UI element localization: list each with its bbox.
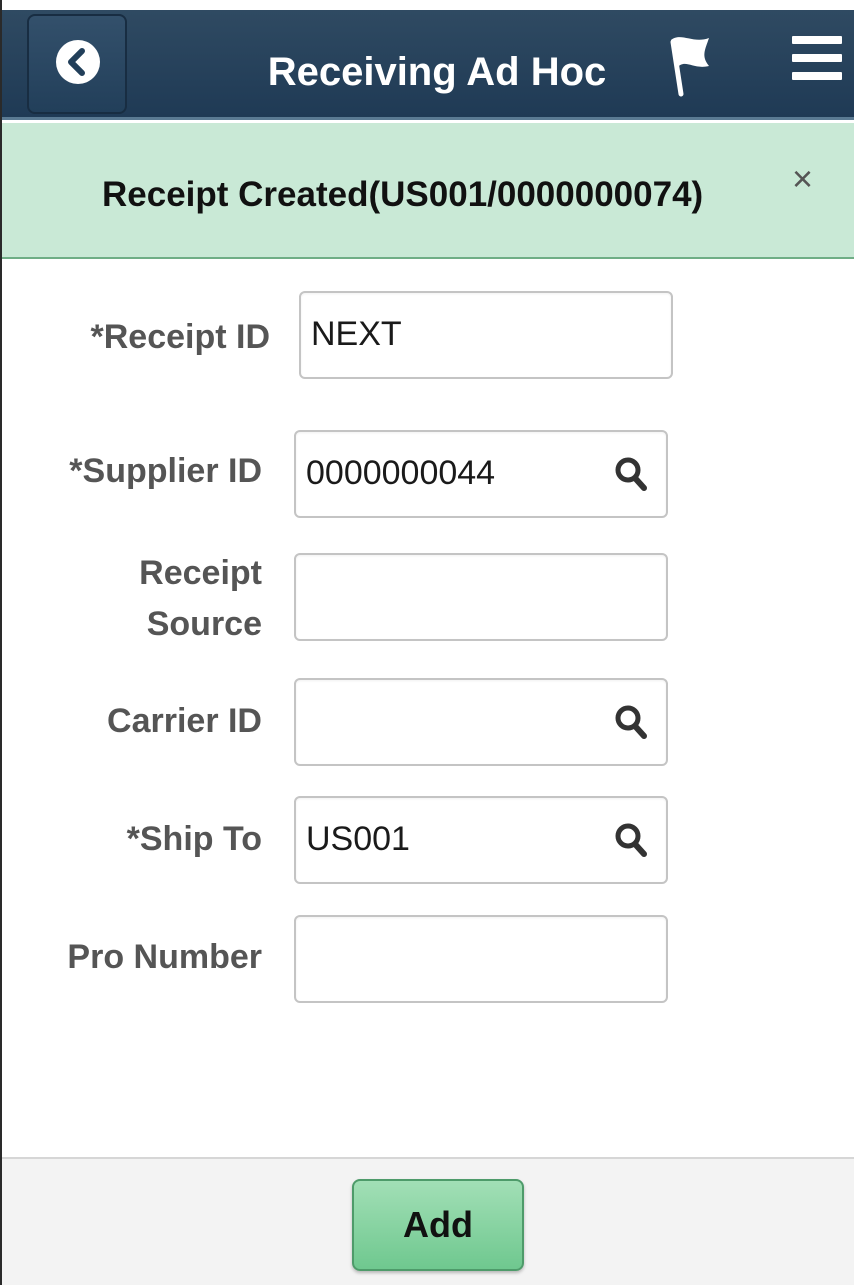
receipt-id-label: *Receipt ID	[90, 318, 271, 356]
pro-number-label: Pro Number	[67, 938, 262, 976]
ship-to-value: US001	[306, 820, 410, 858]
ship-to-label: *Ship To	[126, 820, 262, 858]
footer-bar: Add	[2, 1157, 854, 1285]
back-button[interactable]	[27, 14, 127, 114]
supplier-id-input[interactable]: 0000000044	[294, 430, 668, 518]
search-icon[interactable]	[614, 822, 648, 863]
success-banner: Receipt Created(US001/0000000074) ×	[2, 123, 854, 259]
receipt-id-input[interactable]: NEXT	[299, 291, 673, 379]
receipt-source-label-line1: Receipt	[139, 554, 262, 592]
app-header: Receiving Ad Hoc	[2, 10, 854, 120]
close-icon[interactable]: ×	[792, 161, 813, 197]
supplier-id-label: *Supplier ID	[69, 452, 262, 490]
back-icon	[56, 40, 100, 84]
supplier-id-value: 0000000044	[306, 454, 496, 492]
search-icon[interactable]	[614, 456, 648, 497]
banner-message: Receipt Created(US001/0000000074)	[102, 175, 704, 214]
page-title: Receiving Ad Hoc	[267, 50, 607, 94]
receipt-source-input[interactable]	[294, 553, 668, 641]
ship-to-input[interactable]: US001	[294, 796, 668, 884]
search-icon[interactable]	[614, 704, 648, 745]
carrier-id-label: Carrier ID	[107, 702, 262, 740]
receipt-source-label-line2: Source	[146, 605, 262, 643]
carrier-id-input[interactable]	[294, 678, 668, 766]
hamburger-menu-icon[interactable]	[792, 30, 842, 91]
flag-icon[interactable]	[657, 28, 713, 105]
pro-number-input[interactable]	[294, 915, 668, 1003]
receipt-id-value: NEXT	[311, 315, 402, 353]
app-frame: Receiving Ad Hoc Receipt Created(US001/0…	[0, 0, 854, 1285]
add-button[interactable]: Add	[352, 1179, 524, 1271]
